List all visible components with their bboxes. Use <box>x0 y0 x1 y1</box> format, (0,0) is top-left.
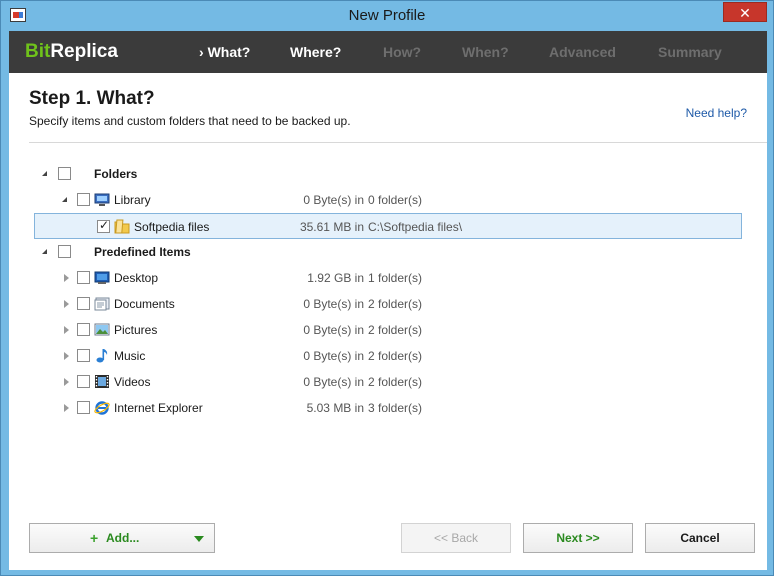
pictures-checkbox[interactable] <box>77 323 90 336</box>
pictures-icon <box>94 323 110 336</box>
folders-label: Folders <box>94 167 138 181</box>
desktop-icon <box>94 271 110 284</box>
application-window: New Profile ✕ BitReplica › What? Where? … <box>0 0 774 576</box>
tree-row-videos[interactable]: Videos 0 Byte(s) in 2 folder(s) <box>34 369 742 395</box>
tree-row-softpedia-files[interactable]: Softpedia files 35.61 MB in C:\Softpedia… <box>34 213 742 239</box>
videos-size: 0 Byte(s) in <box>303 375 364 389</box>
collapsed-arrow-icon[interactable] <box>64 352 69 360</box>
documents-icon <box>94 297 110 311</box>
videos-checkbox[interactable] <box>77 375 90 388</box>
header-divider <box>29 142 767 143</box>
page-title: Step 1. What? <box>29 88 155 109</box>
predefined-items-label: Predefined Items <box>94 245 191 259</box>
tree-row-documents[interactable]: Documents 0 Byte(s) in 2 folder(s) <box>34 291 742 317</box>
folder-icon <box>114 219 130 234</box>
folders-checkbox[interactable] <box>58 167 71 180</box>
page-subtitle: Specify items and custom folders that ne… <box>29 114 351 128</box>
nav-step-what[interactable]: › What? <box>199 44 250 60</box>
tree-row-predefined-items[interactable]: Predefined Items <box>34 239 742 265</box>
documents-size: 0 Byte(s) in <box>303 297 364 311</box>
softpedia-files-checkbox[interactable] <box>97 218 110 233</box>
predefined-items-checkbox[interactable] <box>58 245 71 258</box>
nav-step-advanced: Advanced <box>549 44 616 60</box>
need-help-link[interactable]: Need help? <box>686 106 747 120</box>
wizard-nav: BitReplica › What? Where? How? When? Adv… <box>9 31 767 73</box>
nav-step-what-label: What? <box>207 44 251 60</box>
internet-explorer-label: Internet Explorer <box>114 401 203 415</box>
music-detail: 2 folder(s) <box>368 349 423 363</box>
documents-label: Documents <box>114 297 175 311</box>
softpedia-files-path: C:\Softpedia files\ <box>368 220 463 234</box>
internet-explorer-detail: 3 folder(s) <box>368 401 423 415</box>
brand-part-1: Bit <box>25 41 51 62</box>
pictures-detail: 2 folder(s) <box>368 323 423 337</box>
tree-row-internet-explorer[interactable]: Internet Explorer 5.03 MB in 3 folder(s) <box>34 395 742 421</box>
back-button[interactable]: << Back <box>401 523 511 553</box>
documents-checkbox[interactable] <box>77 297 90 310</box>
add-button-label: Add... <box>106 531 140 545</box>
pictures-size: 0 Byte(s) in <box>303 323 364 337</box>
library-icon <box>94 193 110 206</box>
collapsed-arrow-icon[interactable] <box>64 378 69 386</box>
collapsed-arrow-icon[interactable] <box>64 326 69 334</box>
collapsed-arrow-icon[interactable] <box>64 274 69 282</box>
nav-step-summary: Summary <box>658 44 722 60</box>
cancel-button[interactable]: Cancel <box>645 523 755 553</box>
pictures-label: Pictures <box>114 323 158 337</box>
active-step-marker: › <box>199 44 204 60</box>
music-label: Music <box>114 349 146 363</box>
collapsed-arrow-icon[interactable] <box>64 404 69 412</box>
music-size: 0 Byte(s) in <box>303 349 364 363</box>
desktop-checkbox[interactable] <box>77 271 90 284</box>
dropdown-arrow-icon[interactable] <box>194 536 204 542</box>
title-bar[interactable]: New Profile ✕ <box>1 1 773 31</box>
music-checkbox[interactable] <box>77 349 90 362</box>
desktop-size: 1.92 GB in <box>307 271 364 285</box>
next-button[interactable]: Next >> <box>523 523 633 553</box>
library-checkbox[interactable] <box>77 193 90 206</box>
internet-explorer-checkbox[interactable] <box>77 401 90 414</box>
nav-step-how: How? <box>383 44 422 60</box>
brand-part-2: Replica <box>50 41 118 62</box>
tree-row-folders[interactable]: Folders <box>34 161 742 187</box>
desktop-label: Desktop <box>114 271 159 285</box>
expand-arrow-icon[interactable] <box>42 171 47 176</box>
internet-explorer-icon <box>94 401 110 415</box>
expand-arrow-icon[interactable] <box>62 197 67 202</box>
tree-row-library[interactable]: Library 0 Byte(s) in 0 folder(s) <box>34 187 742 213</box>
content-panel: Step 1. What? Specify items and custom f… <box>9 73 767 570</box>
tree-row-music[interactable]: Music 0 Byte(s) in 2 folder(s) <box>34 343 742 369</box>
library-detail: 0 folder(s) <box>368 193 423 207</box>
softpedia-files-size: 35.61 MB in <box>299 220 364 234</box>
internet-explorer-size: 5.03 MB in <box>306 401 364 415</box>
library-label: Library <box>114 193 151 207</box>
tree-row-desktop[interactable]: Desktop 1.92 GB in 1 folder(s) <box>34 265 742 291</box>
collapsed-arrow-icon[interactable] <box>64 300 69 308</box>
add-dropdown-button[interactable]: + Add... <box>29 523 215 553</box>
documents-detail: 2 folder(s) <box>368 297 423 311</box>
plus-icon: + <box>90 530 99 546</box>
brand-logo: BitReplica <box>25 41 118 63</box>
nav-step-where[interactable]: Where? <box>290 44 341 60</box>
videos-label: Videos <box>114 375 151 389</box>
videos-icon <box>95 375 109 388</box>
expand-arrow-icon[interactable] <box>42 249 47 254</box>
music-icon <box>96 349 108 363</box>
window-title: New Profile <box>348 7 426 24</box>
softpedia-files-label: Softpedia files <box>134 220 210 234</box>
desktop-detail: 1 folder(s) <box>368 271 423 285</box>
tree-row-pictures[interactable]: Pictures 0 Byte(s) in 2 folder(s) <box>34 317 742 343</box>
nav-step-when: When? <box>462 44 509 60</box>
videos-detail: 2 folder(s) <box>368 375 423 389</box>
close-button[interactable]: ✕ <box>723 2 767 22</box>
library-size: 0 Byte(s) in <box>303 193 364 207</box>
